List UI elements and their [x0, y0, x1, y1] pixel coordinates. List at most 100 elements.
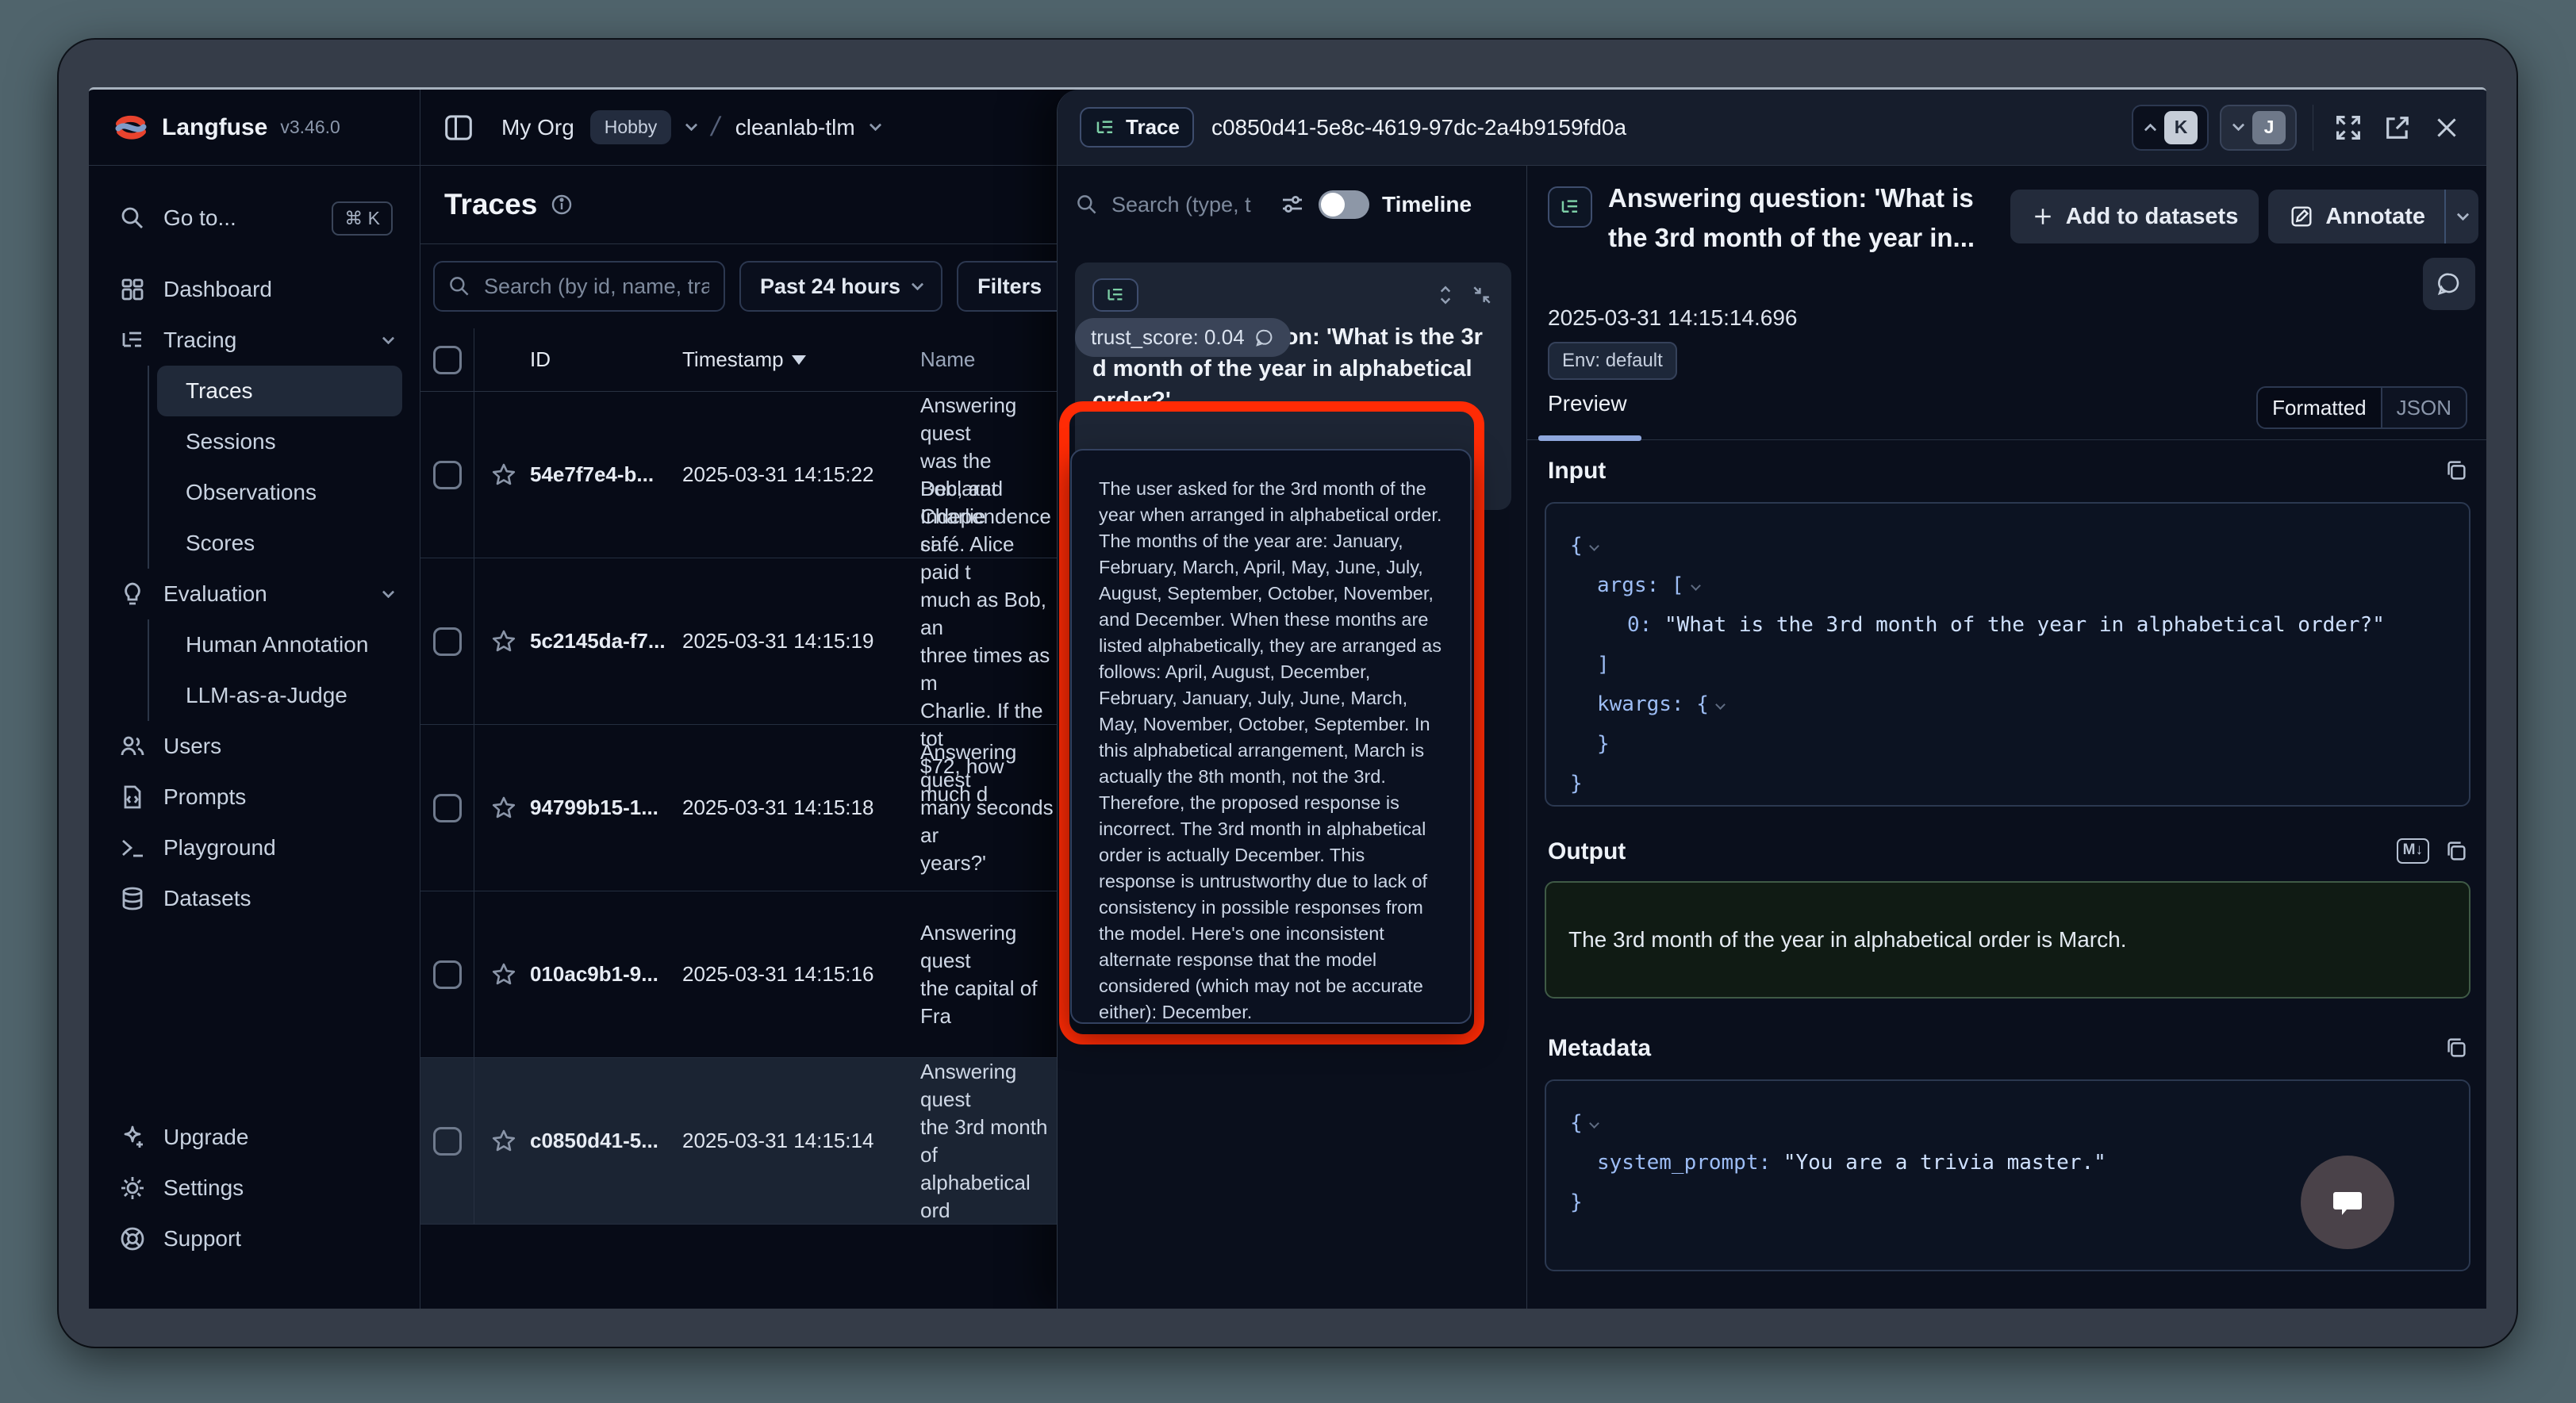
sidebar-item-observations[interactable]: Observations: [157, 467, 402, 518]
col-header-timestamp[interactable]: Timestamp: [682, 347, 920, 372]
timeline-toggle[interactable]: [1319, 190, 1369, 219]
dashboard-icon: [117, 276, 148, 303]
trust-score-popover: The user asked for the 3rd month of the …: [1070, 449, 1472, 1024]
info-icon[interactable]: [550, 193, 574, 217]
sidebar-item-tracing[interactable]: Tracing: [109, 315, 402, 366]
markdown-toggle-icon[interactable]: M↓: [2397, 838, 2429, 864]
langfuse-app: Langfuse v3.46.0 My Org Hobby / cleanlab…: [89, 87, 2486, 1309]
table-row[interactable]: 5c2145da-f7... 2025-03-31 14:15:19 Bob, …: [420, 558, 1057, 725]
chevron-down-icon[interactable]: [2457, 208, 2470, 220]
sidebar-item-goto[interactable]: Go to... ⌘ K: [109, 193, 402, 243]
star-icon[interactable]: [474, 628, 530, 655]
chevrons-up-down-icon[interactable]: [1434, 283, 1457, 307]
open-external-icon[interactable]: [2378, 109, 2417, 147]
star-icon[interactable]: [474, 961, 530, 988]
tree-search-placeholder[interactable]: Search (type, t: [1111, 193, 1266, 217]
sliders-icon[interactable]: [1279, 191, 1306, 218]
collapse-chevron-icon[interactable]: [1715, 700, 1726, 710]
select-all-checkbox[interactable]: [420, 328, 474, 391]
sidebar-item-traces[interactable]: Traces: [157, 366, 402, 416]
filters-button[interactable]: Filters: [957, 261, 1057, 312]
sidebar-item-datasets[interactable]: Datasets: [109, 873, 402, 924]
toggle-json[interactable]: JSON: [2382, 388, 2466, 427]
support-chat-button[interactable]: [2301, 1156, 2394, 1249]
code-text: }: [1570, 1183, 1583, 1222]
add-to-datasets-button[interactable]: Add to datasets: [2010, 190, 2259, 243]
output-text: The 3rd month of the year in alphabetica…: [1568, 927, 2126, 953]
chevron-down-icon: [912, 278, 924, 290]
project-name[interactable]: cleanlab-tlm: [735, 115, 855, 140]
col-header-id[interactable]: ID: [530, 347, 682, 372]
star-icon[interactable]: [474, 462, 530, 489]
toggle-formatted[interactable]: Formatted: [2258, 388, 2382, 427]
collapse-chevron-icon[interactable]: [1589, 541, 1599, 551]
copy-icon[interactable]: [2444, 1035, 2469, 1060]
star-icon[interactable]: [474, 795, 530, 822]
copy-icon[interactable]: [2444, 838, 2469, 864]
code-text: {: [1570, 1103, 1583, 1143]
comment-bubble-icon: [1254, 328, 1275, 348]
project-chevron-down-icon[interactable]: [869, 119, 881, 132]
sidebar-item-users[interactable]: Users: [109, 721, 402, 772]
star-icon[interactable]: [474, 1128, 530, 1155]
sidebar-toggle-icon[interactable]: [443, 112, 474, 144]
sidebar-item-upgrade[interactable]: Upgrade: [109, 1112, 402, 1163]
prev-trace-button[interactable]: K: [2132, 105, 2209, 151]
time-range-button[interactable]: Past 24 hours: [739, 261, 942, 312]
search-icon: [1075, 193, 1099, 217]
traces-search[interactable]: [433, 261, 725, 312]
trace-id: 010ac9b1-9...: [530, 962, 682, 987]
row-checkbox[interactable]: [420, 891, 474, 1057]
trace-timestamp: 2025-03-31 14:15:16: [682, 962, 920, 987]
comments-button[interactable]: [2423, 258, 2475, 310]
sidebar-item-dashboard[interactable]: Dashboard: [109, 264, 402, 315]
sidebar-item-scores[interactable]: Scores: [157, 518, 402, 569]
tracing-subgroup: Traces Sessions Observations Scores: [148, 366, 402, 569]
copy-icon[interactable]: [2444, 458, 2469, 483]
collapse-chevron-icon[interactable]: [1691, 581, 1701, 591]
col-header-name[interactable]: Name: [920, 346, 1057, 374]
sidebar-item-llm-as-a-judge[interactable]: LLM-as-a-Judge: [157, 670, 402, 721]
sidebar-item-support[interactable]: Support: [109, 1213, 402, 1264]
evaluation-subgroup: Human Annotation LLM-as-a-Judge: [148, 619, 402, 721]
sidebar-item-settings[interactable]: Settings: [109, 1163, 402, 1213]
sidebar-item-label: Support: [163, 1226, 241, 1252]
pencil-square-icon: [2289, 204, 2314, 229]
sidebar-item-label: LLM-as-a-Judge: [186, 683, 347, 708]
tab-preview[interactable]: Preview: [1548, 391, 1627, 431]
drawer-header: Trace c0850d41-5e8c-4619-97dc-2a4b9159fd…: [1058, 90, 2486, 166]
expand-icon[interactable]: [2329, 109, 2367, 147]
org-name[interactable]: My Org: [501, 115, 574, 140]
list-tree-icon: [1559, 196, 1581, 218]
trace-type-icon-badge: [1548, 186, 1592, 228]
input-section-label: Input: [1548, 458, 1606, 485]
col-header-timestamp-label: Timestamp: [682, 347, 784, 372]
row-checkbox[interactable]: [420, 1058, 474, 1224]
org-chevron-down-icon[interactable]: [685, 119, 698, 132]
terminal-icon: [117, 834, 148, 861]
row-checkbox[interactable]: [420, 725, 474, 891]
trace-timestamp: 2025-03-31 14:15:22: [682, 462, 920, 487]
table-row-selected[interactable]: c0850d41-5... 2025-03-31 14:15:14 Answer…: [420, 1058, 1057, 1225]
trace-title: Answering question: 'What is the 3rd mon…: [1608, 178, 2005, 258]
sidebar-item-evaluation[interactable]: Evaluation: [109, 569, 402, 619]
sidebar-item-sessions[interactable]: Sessions: [157, 416, 402, 467]
sidebar: Go to... ⌘ K Dashboard Tracing Traces: [89, 166, 420, 1309]
traces-search-input[interactable]: [482, 274, 711, 300]
row-checkbox[interactable]: [420, 558, 474, 724]
close-icon[interactable]: [2428, 109, 2466, 147]
collapse-chevron-icon[interactable]: [1589, 1118, 1599, 1129]
sidebar-item-human-annotation[interactable]: Human Annotation: [157, 619, 402, 670]
sidebar-item-playground[interactable]: Playground: [109, 822, 402, 873]
table-row[interactable]: 94799b15-1... 2025-03-31 14:15:18 Answer…: [420, 725, 1057, 891]
sidebar-item-label: Evaluation: [163, 581, 267, 607]
collapse-icon[interactable]: [1470, 283, 1494, 307]
input-code-block: { args: [ 0: "What is the 3rd month of t…: [1545, 502, 2470, 807]
trust-score-badge[interactable]: trust_score: 0.04: [1075, 318, 1291, 357]
annotate-button[interactable]: Annotate: [2268, 190, 2478, 243]
sidebar-item-prompts[interactable]: Prompts: [109, 772, 402, 822]
trust-score-explanation: The user asked for the 3rd month of the …: [1099, 476, 1443, 1025]
next-trace-button[interactable]: J: [2220, 105, 2297, 151]
table-row[interactable]: 010ac9b1-9... 2025-03-31 14:15:16 Answer…: [420, 891, 1057, 1058]
row-checkbox[interactable]: [420, 392, 474, 558]
